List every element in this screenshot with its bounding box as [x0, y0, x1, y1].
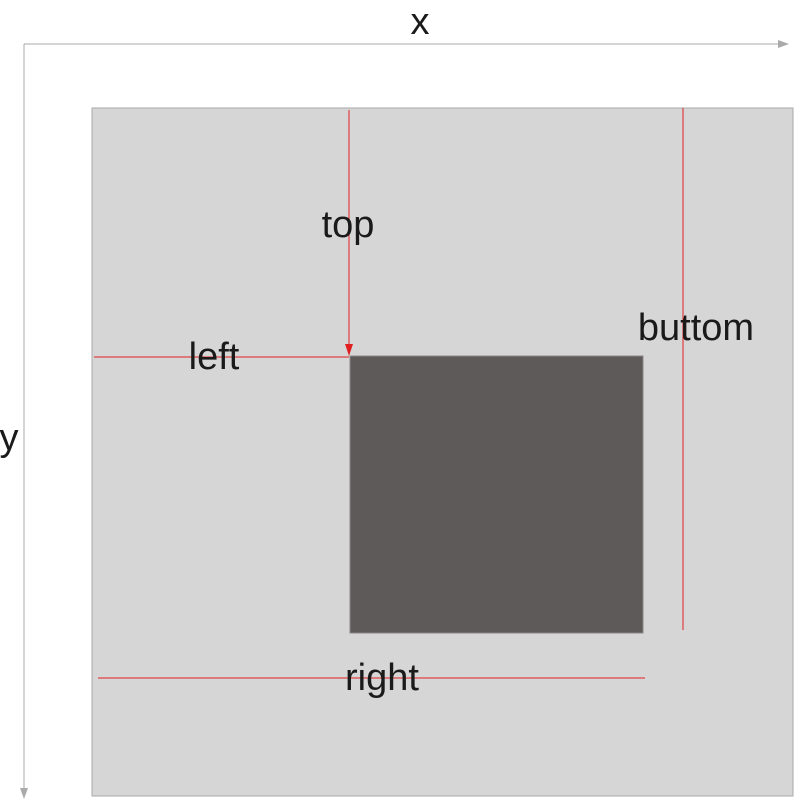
- positioning-diagram: x y top left buttom right: [0, 1, 794, 799]
- left-label: left: [189, 336, 240, 378]
- y-axis-arrowhead: [20, 788, 28, 799]
- x-axis-arrowhead: [778, 40, 789, 48]
- positioned-box: [349, 355, 644, 634]
- y-axis-label: y: [0, 417, 19, 459]
- top-label: top: [322, 204, 375, 246]
- x-axis-label: x: [411, 1, 430, 43]
- y-axis: [20, 44, 28, 799]
- right-label: right: [345, 657, 419, 699]
- bottom-label: buttom: [638, 307, 754, 349]
- x-axis: [24, 40, 789, 48]
